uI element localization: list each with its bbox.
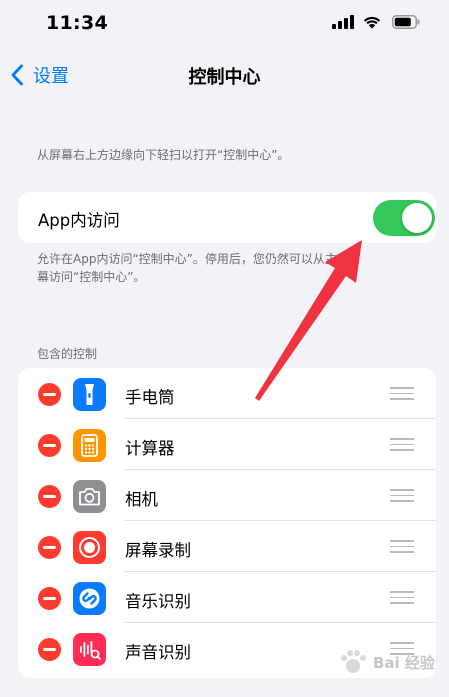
control-label: 相机 [125, 490, 158, 509]
sound-recognition-icon [73, 633, 106, 666]
remove-button[interactable] [38, 485, 61, 508]
camera-icon [73, 480, 106, 513]
reorder-handle[interactable] [390, 489, 414, 502]
remove-button[interactable] [38, 587, 61, 610]
calculator-icon [73, 429, 106, 462]
control-row-music-recognition: 音乐识别 [18, 572, 436, 623]
control-label: 计算器 [125, 439, 175, 458]
toggle-knob [402, 203, 432, 233]
wifi-icon [363, 16, 381, 29]
reorder-handle[interactable] [390, 438, 414, 451]
remove-button[interactable] [38, 434, 61, 457]
flashlight-icon [73, 378, 106, 411]
reorder-handle[interactable] [390, 387, 414, 400]
battery-icon [392, 15, 420, 29]
control-row-flashlight: 手电筒 [18, 368, 436, 419]
watermark-logo: Bai 经验 [335, 644, 441, 680]
paw-icon [341, 650, 366, 673]
reorder-handle[interactable] [390, 540, 414, 553]
app-access-toggle[interactable] [373, 200, 435, 236]
included-controls-header: 包含的控制 [37, 347, 98, 361]
remove-button[interactable] [38, 383, 61, 406]
control-label: 屏幕录制 [125, 541, 191, 560]
screen-recording-icon [73, 531, 106, 564]
control-label: 音乐识别 [125, 592, 191, 611]
control-row-camera: 相机 [18, 470, 436, 521]
control-label: 声音识别 [125, 643, 191, 662]
status-time: 11:34 [46, 12, 108, 34]
app-access-hint-line1: 允许在App内访问“控制中心”。停用后，您仍然可以从主屏 [37, 252, 349, 266]
app-access-label: App内访问 [38, 211, 120, 230]
shazam-icon [73, 582, 106, 615]
signal-icon [332, 15, 354, 29]
app-access-hint-line2: 幕访问“控制中心”。 [37, 270, 146, 284]
control-row-calculator: 计算器 [18, 419, 436, 470]
navigation-bar: 设置 控制中心 [0, 48, 449, 100]
remove-button[interactable] [38, 536, 61, 559]
included-controls-list: 手电筒 计算器 相机 屏幕录制 音乐识别 声音识别 [18, 368, 436, 678]
page-title: 控制中心 [188, 67, 261, 88]
reorder-handle[interactable] [390, 591, 414, 604]
control-label: 手电筒 [125, 388, 175, 407]
app-access-cell: App内访问 [18, 192, 436, 243]
remove-button[interactable] [38, 638, 61, 661]
app-access-hint: 允许在App内访问“控制中心”。停用后，您仍然可以从主屏 幕访问“控制中心”。 [37, 250, 429, 286]
open-hint-text: 从屏幕右上方边缘向下轻扫以打开“控制中心”。 [37, 148, 290, 162]
control-row-screen-recording: 屏幕录制 [18, 521, 436, 572]
watermark-text: Bai 经验 [373, 654, 435, 672]
status-bar: 11:34 [0, 0, 449, 48]
